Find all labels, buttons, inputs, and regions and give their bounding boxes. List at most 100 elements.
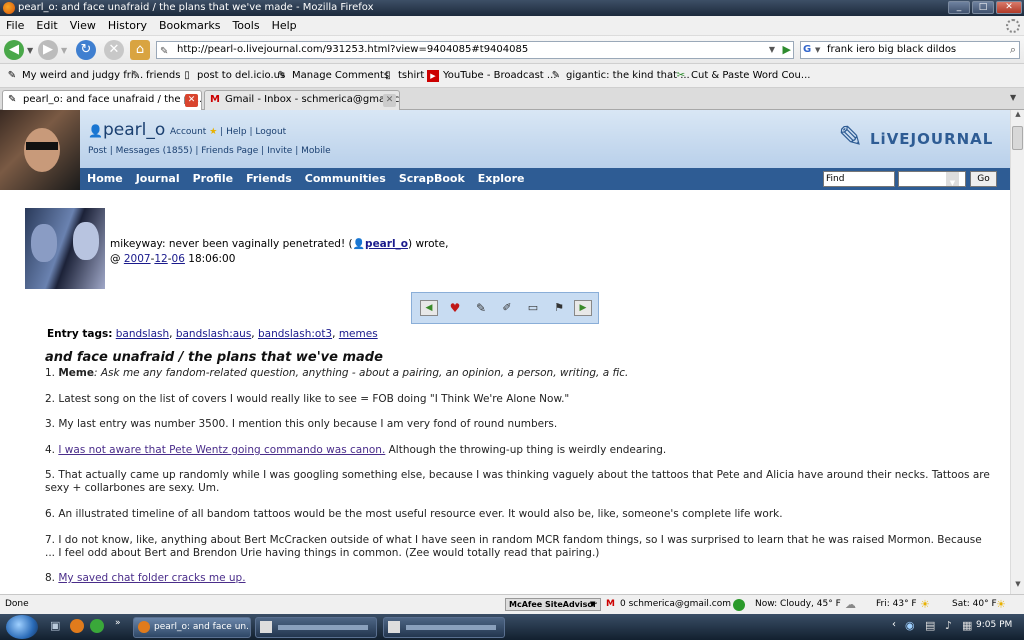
show-desktop-icon[interactable]: ▣ (50, 619, 60, 632)
help-link[interactable]: Help (226, 127, 247, 137)
bookmark-7[interactable]: ✎ gigantic: the kind that ... (550, 69, 690, 83)
reload-icon[interactable]: ↻ (76, 40, 96, 60)
date-month-link[interactable]: 12 (154, 253, 167, 265)
forward-dropdown-icon[interactable]: ▼ (61, 46, 67, 55)
nav-friends[interactable]: Friends (246, 168, 292, 190)
url-field[interactable]: ✎ http://pearl-o.livejournal.com/931253.… (156, 41, 794, 59)
friends-page-link[interactable]: Friends Page (201, 146, 258, 156)
bookmark-4[interactable]: ✎ Manage Comments (276, 69, 389, 83)
firefox-icon[interactable] (70, 619, 84, 633)
search-icon[interactable]: ⌕ (1010, 42, 1016, 58)
search-engine-dropdown-icon[interactable]: ▼ (815, 42, 820, 58)
invite-link[interactable]: Invite (267, 146, 292, 156)
tag-link-memes[interactable]: memes (339, 328, 378, 340)
tag-link-bandslash-aus[interactable]: bandslash:aus (176, 328, 251, 340)
menu-tools[interactable]: Tools (226, 16, 265, 35)
scrollbar-thumb[interactable] (1012, 126, 1023, 150)
google-icon[interactable]: G (803, 43, 815, 57)
previous-entry-icon[interactable]: ◀ (420, 300, 438, 316)
saved-chat-link[interactable]: My saved chat folder cracks me up. (58, 572, 245, 584)
volume-icon[interactable]: ♪ (945, 619, 952, 632)
bookmark-2[interactable]: ✎ friends (130, 69, 181, 83)
logout-link[interactable]: Logout (255, 127, 286, 137)
clock[interactable]: 9:05 PM (976, 620, 1012, 630)
tag-link-bandslash[interactable]: bandslash (116, 328, 169, 340)
back-dropdown-icon[interactable]: ▼ (27, 46, 33, 55)
flag-icon[interactable]: ⚑ (550, 300, 568, 316)
scroll-down-icon[interactable]: ▼ (1012, 580, 1024, 594)
menu-bookmarks[interactable]: Bookmarks (153, 16, 226, 35)
account-link[interactable]: Account (170, 127, 206, 137)
go-arrow-icon[interactable]: ▶ (783, 42, 791, 58)
weather-now[interactable]: Now: Cloudy, 45° F (755, 595, 841, 614)
siteadvisor-dropdown-icon[interactable]: ▼ (590, 595, 595, 614)
bookmark-3[interactable]: ▯ post to del.icio.us (181, 69, 285, 83)
nav-journal[interactable]: Journal (136, 168, 180, 190)
edit-entry-icon[interactable]: ✎ (472, 300, 490, 316)
green-status-icon[interactable] (733, 599, 745, 611)
quicklaunch-icon[interactable] (90, 619, 104, 633)
close-tab-icon[interactable]: ✕ (185, 94, 198, 107)
tag-link-bandslash-ot3[interactable]: bandslash:ot3 (258, 328, 332, 340)
menu-edit[interactable]: Edit (30, 16, 63, 35)
tray-expand-icon[interactable]: ‹ (892, 619, 896, 630)
tab-livejournal[interactable]: ✎ pearl_o: and face unafraid / the pl...… (2, 90, 202, 110)
menu-file[interactable]: File (0, 16, 30, 35)
close-tab-icon[interactable]: ✕ (383, 94, 396, 107)
search-field[interactable]: G ▼ frank iero big black dildos ⌕ (800, 41, 1020, 59)
minimize-button[interactable]: _ (948, 1, 970, 14)
header-userpic[interactable] (0, 110, 80, 190)
url-dropdown-icon[interactable]: ▼ (769, 42, 775, 58)
lj-go-button[interactable]: Go (970, 171, 997, 187)
menu-view[interactable]: View (64, 16, 102, 35)
entry-userpic[interactable] (25, 208, 105, 289)
stop-icon[interactable]: ✕ (104, 40, 124, 60)
post-link[interactable]: Post (88, 146, 107, 156)
close-window-button[interactable]: ✕ (996, 1, 1022, 14)
nav-explore[interactable]: Explore (478, 168, 525, 190)
home-icon[interactable]: ⌂ (130, 40, 150, 60)
tab-list-icon[interactable]: ▼ (1010, 93, 1016, 102)
more-quicklaunch-icon[interactable]: » (115, 618, 121, 628)
tab-gmail[interactable]: M Gmail - Inbox - schmerica@gmail.c... ✕ (204, 90, 400, 110)
nav-scrapbook[interactable]: ScrapBook (399, 168, 465, 190)
scroll-up-icon[interactable]: ▲ (1012, 110, 1024, 124)
messages-link[interactable]: Messages (1855) (116, 146, 193, 156)
nav-communities[interactable]: Communities (305, 168, 386, 190)
track-entry-icon[interactable]: ▭ (524, 300, 542, 316)
pete-commando-link[interactable]: I was not aware that Pete Wentz going co… (58, 444, 385, 456)
menu-help[interactable]: Help (266, 16, 303, 35)
maximize-button[interactable]: □ (972, 1, 994, 14)
task-2[interactable] (255, 617, 377, 638)
poster-link[interactable]: pearl_o (365, 238, 408, 250)
menu-history[interactable]: History (102, 16, 153, 35)
tray-icon[interactable]: ▦ (962, 619, 972, 632)
nav-profile[interactable]: Profile (193, 168, 233, 190)
weather-fri[interactable]: Fri: 43° F (876, 595, 917, 614)
lj-search-input[interactable]: Find (823, 171, 895, 187)
date-day-link[interactable]: 06 (172, 253, 185, 265)
mobile-link[interactable]: Mobile (301, 146, 331, 156)
page-scrollbar[interactable]: ▲ ▼ (1010, 110, 1024, 594)
start-button[interactable] (6, 615, 38, 639)
siteadvisor-button[interactable]: McAfee SiteAdvisor (505, 598, 601, 611)
bookmark-8[interactable]: ✂ Cut & Paste Word Cou... (675, 69, 811, 83)
lj-search-type-select[interactable]: Interest ▼ (898, 171, 966, 189)
weather-sat[interactable]: Sat: 40° F (952, 595, 997, 614)
forward-arrow-icon[interactable]: ▶ (38, 40, 58, 60)
bookmark-5[interactable]: ▯ tshirt (382, 69, 424, 83)
date-year-link[interactable]: 2007 (124, 253, 151, 265)
edit-tags-icon[interactable]: ✐ (498, 300, 516, 316)
back-arrow-icon[interactable]: ◀ (4, 40, 24, 60)
lj-logo[interactable]: LiVEJOURNAL (870, 130, 993, 148)
task-3[interactable] (383, 617, 505, 638)
gmail-notifier[interactable]: 0 schmerica@gmail.com (620, 595, 731, 614)
tray-icon[interactable]: ◉ (905, 619, 915, 632)
task-firefox[interactable]: pearl_o: and face un... (133, 617, 251, 638)
bookmark-6[interactable]: ▶ YouTube - Broadcast ... (427, 69, 556, 83)
lj-username[interactable]: pearl_o (103, 120, 165, 140)
bookmark-1[interactable]: ✎ My weird and judgy fri... (6, 69, 143, 83)
network-icon[interactable]: ▤ (925, 619, 935, 632)
nav-home[interactable]: Home (87, 168, 123, 190)
next-entry-icon[interactable]: ▶ (574, 300, 592, 316)
